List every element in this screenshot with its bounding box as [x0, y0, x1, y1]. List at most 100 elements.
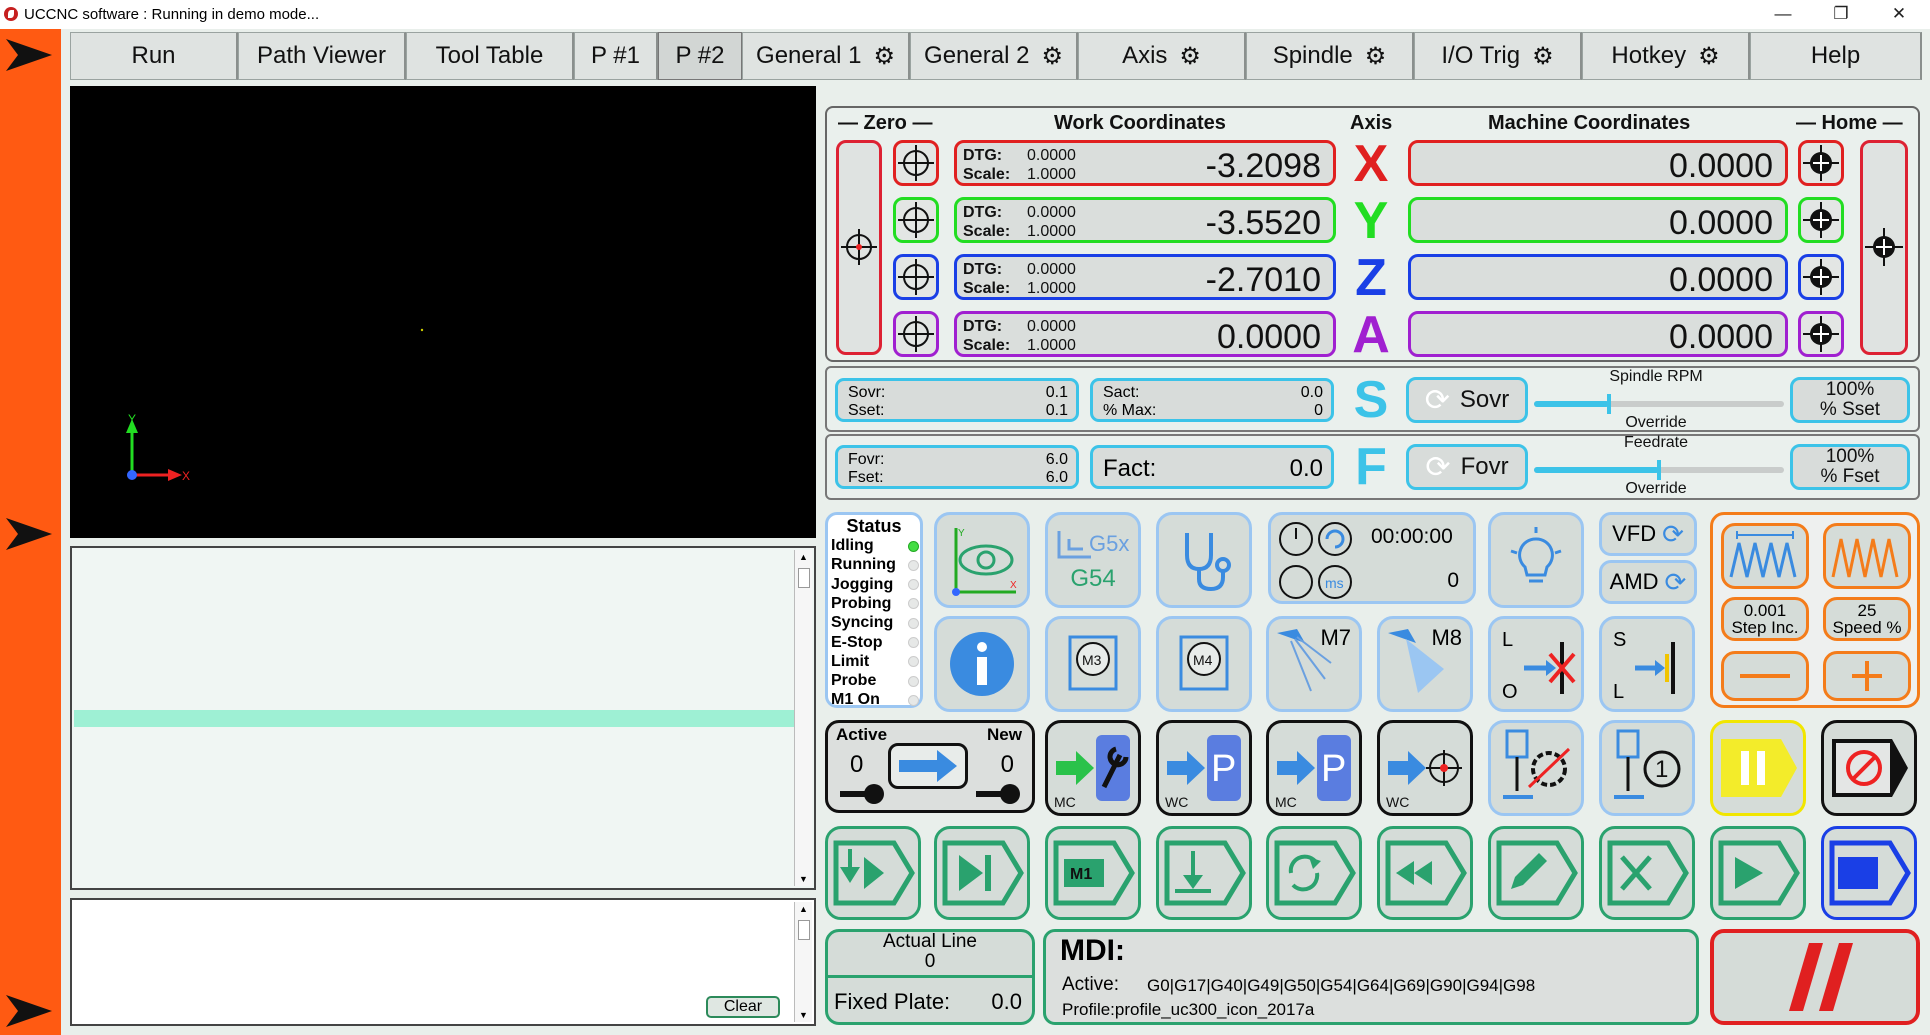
home-axis-y-button[interactable] [1798, 197, 1844, 243]
tab-axis[interactable]: Axis ⚙ [1078, 32, 1246, 80]
work-coordinate-dro[interactable]: DTG: Scale: 0.0000 1.0000 0.0000 [954, 311, 1336, 357]
restore-button[interactable]: ❐ [1818, 0, 1864, 29]
gear-icon[interactable]: ⚙ [1179, 42, 1201, 71]
tool-change-button[interactable] [888, 743, 968, 789]
info-button[interactable] [934, 616, 1030, 712]
gear-icon[interactable]: ⚙ [1365, 42, 1387, 71]
diagnostics-button[interactable] [1156, 512, 1252, 608]
step-jog-button[interactable] [1823, 523, 1911, 589]
feed-override-slider[interactable] [1534, 460, 1784, 480]
work-offset-button[interactable]: G5x G54 [1045, 512, 1141, 608]
rewind-button[interactable] [1377, 826, 1473, 920]
increase-button[interactable] [1823, 651, 1911, 701]
goto-work-zero-button[interactable]: WC [1377, 720, 1473, 816]
minimize-button[interactable]: — [1760, 0, 1806, 29]
gcode-scrollbar[interactable]: ▲ ▼ [794, 550, 812, 886]
step-increment-display[interactable]: 0.001 Step Inc. [1721, 597, 1809, 641]
gear-icon[interactable]: ⚙ [873, 42, 895, 71]
spindle-100-button[interactable]: 100%% Sset [1790, 377, 1910, 423]
reset-emergency-button[interactable] [1710, 929, 1920, 1025]
tab-io-trig[interactable]: I/O Trig ⚙ [1414, 32, 1582, 80]
flood-coolant-button[interactable]: M8 [1377, 616, 1473, 712]
home-axis-x-button[interactable] [1798, 140, 1844, 186]
block-stop-button[interactable] [1821, 826, 1917, 920]
scroll-down-icon[interactable]: ▼ [799, 1010, 808, 1020]
softlimit-button[interactable]: S L [1599, 616, 1695, 712]
block-delete-button[interactable] [1156, 826, 1252, 920]
stop-button[interactable] [1821, 720, 1917, 816]
gcode-listing[interactable]: ▲ ▼ [70, 546, 816, 890]
tab-p1[interactable]: P #1 [574, 32, 658, 80]
slider-knob[interactable] [1607, 394, 1611, 414]
feed-100-button[interactable]: 100%% Fset [1790, 444, 1910, 490]
cycle-start-button[interactable] [1710, 826, 1806, 920]
actual-line-value[interactable]: 0 [828, 952, 1032, 972]
edit-program-button[interactable] [1488, 826, 1584, 920]
tab-run[interactable]: Run [70, 32, 238, 80]
zero-axis-x-button[interactable] [893, 140, 939, 186]
vfd-button[interactable]: VFD ⟳ [1599, 512, 1697, 556]
toggle-view-button[interactable]: Y X [934, 512, 1030, 608]
tab-p2[interactable]: P #2 [658, 32, 742, 80]
probe-1-button[interactable]: 1 [1599, 720, 1695, 816]
run-from-here-button[interactable] [825, 826, 921, 920]
continuous-jog-button[interactable] [1721, 523, 1809, 589]
spindle-override-slider[interactable] [1534, 394, 1784, 414]
tab-path-viewer[interactable]: Path Viewer [238, 32, 406, 80]
decrease-button[interactable] [1721, 651, 1809, 701]
feed-override-reset-button[interactable]: ⟳ Fovr [1406, 444, 1528, 490]
light-button[interactable] [1488, 512, 1584, 608]
work-coordinate-dro[interactable]: DTG: Scale: 0.0000 1.0000 -3.5520 [954, 197, 1336, 243]
toolpath-viewport[interactable]: Y X [70, 86, 816, 538]
clear-button[interactable]: Clear [706, 996, 780, 1018]
tab-tool-table[interactable]: Tool Table [406, 32, 574, 80]
gear-icon[interactable]: ⚙ [1532, 42, 1554, 71]
goto-tool-change-button[interactable]: MC [1045, 720, 1141, 816]
speed-percent-display[interactable]: 25 Speed % [1823, 597, 1911, 641]
cycle-start-loop-button[interactable] [1266, 826, 1362, 920]
home-axis-a-button[interactable] [1798, 311, 1844, 357]
scroll-thumb[interactable] [798, 920, 810, 940]
limit-override-button[interactable]: L O [1488, 616, 1584, 712]
message-scrollbar[interactable]: ▲ ▼ [794, 902, 812, 1022]
zero-axis-z-button[interactable] [893, 254, 939, 300]
zero-axis-y-button[interactable] [893, 197, 939, 243]
ms-timer-icon[interactable]: ms [1277, 563, 1361, 601]
mist-coolant-button[interactable]: M7 [1266, 616, 1362, 712]
tab-general-2[interactable]: General 2 ⚙ [910, 32, 1078, 80]
scroll-thumb[interactable] [798, 568, 810, 588]
scroll-up-icon[interactable]: ▲ [799, 552, 808, 562]
work-coordinate-dro[interactable]: DTG: Scale: 0.0000 1.0000 -3.2098 [954, 140, 1336, 186]
scroll-up-icon[interactable]: ▲ [799, 904, 808, 914]
gear-icon[interactable]: ⚙ [1698, 42, 1720, 71]
expand-arrow-icon[interactable] [4, 514, 54, 554]
feed-hold-button[interactable] [1710, 720, 1806, 816]
home-axis-z-button[interactable] [1798, 254, 1844, 300]
home-all-button[interactable] [1860, 140, 1908, 355]
single-step-button[interactable] [934, 826, 1030, 920]
probe-auto-button[interactable] [1488, 720, 1584, 816]
spindle-cw-button[interactable]: M3 [1045, 616, 1141, 712]
expand-arrow-icon[interactable] [4, 35, 54, 75]
slider-knob[interactable] [1657, 460, 1661, 480]
spindle-ccw-button[interactable]: M4 [1156, 616, 1252, 712]
goto-p2-button[interactable]: P MC [1266, 720, 1362, 816]
spindle-override-reset-button[interactable]: ⟳ Sovr [1406, 377, 1528, 423]
amd-button[interactable]: AMD ⟳ [1599, 560, 1697, 604]
work-coordinate-dro[interactable]: DTG: Scale: 0.0000 1.0000 -2.7010 [954, 254, 1336, 300]
goto-p1-button[interactable]: P WC [1156, 720, 1252, 816]
zero-axis-a-button[interactable] [893, 311, 939, 357]
tab-general-1[interactable]: General 1 ⚙ [742, 32, 910, 80]
close-button[interactable]: ✕ [1876, 0, 1922, 29]
fixed-plate-value[interactable]: 0.0 [991, 989, 1022, 1015]
close-program-button[interactable] [1599, 826, 1695, 920]
mdi-panel[interactable]: MDI: Active: G0|G17|G40|G49|G50|G54|G64|… [1043, 929, 1699, 1025]
scroll-down-icon[interactable]: ▼ [799, 874, 808, 884]
tab-spindle[interactable]: Spindle ⚙ [1246, 32, 1414, 80]
message-box[interactable]: ▲ ▼ Clear [70, 898, 816, 1026]
gear-icon[interactable]: ⚙ [1041, 42, 1063, 71]
tab-help[interactable]: Help [1750, 32, 1922, 80]
expand-arrow-icon[interactable] [4, 991, 54, 1031]
clock-icon[interactable] [1277, 520, 1361, 558]
optional-stop-button[interactable]: M1 [1045, 826, 1141, 920]
